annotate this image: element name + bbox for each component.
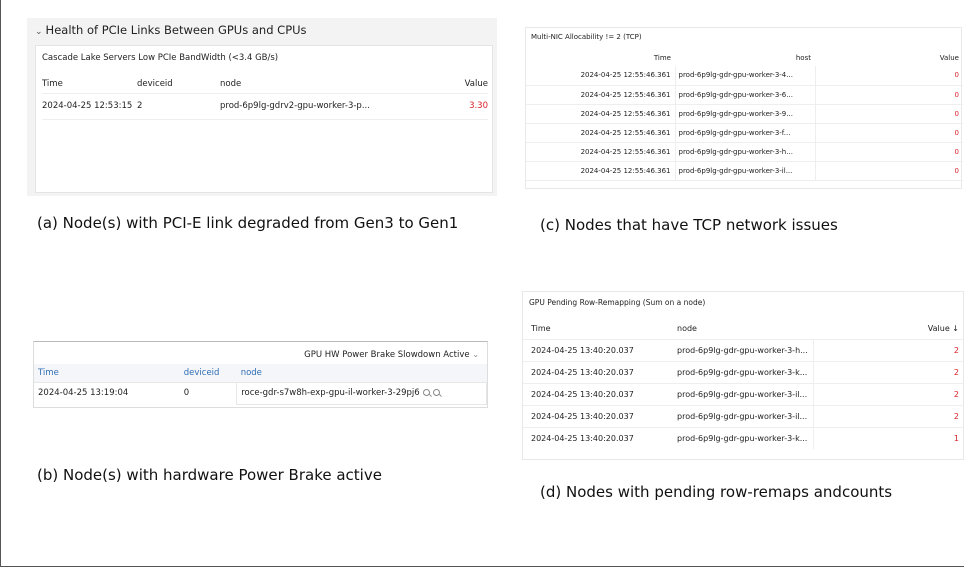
table-row[interactable]: 2024-04-25 12:55:46.361 prod-6p9lg-gdr-g… (526, 104, 963, 124)
cell-time: 2024-04-25 13:40:20.037 (523, 338, 671, 361)
cell-value: 0 (815, 104, 963, 124)
power-brake-panel: GPU HW Power Brake Slowdown Active ⌄ Tim… (33, 341, 488, 408)
column-header-time[interactable]: Time (34, 364, 180, 382)
section-header[interactable]: ⌄ Health of PCIe Links Between GPUs and C… (35, 23, 307, 37)
power-brake-table: Time deviceid node 2024-04-25 13:19:04 0… (34, 364, 487, 405)
cell-host: prod-6p9lg-gdr-gpu-worker-3-il... (674, 161, 816, 181)
column-header-value[interactable]: Value (815, 49, 963, 66)
row-remap-panel: GPU Pending Row-Remapping (Sum on a node… (522, 291, 964, 460)
sort-arrow-down-icon[interactable]: ↓ (952, 324, 959, 333)
cell-value: 2 (813, 404, 964, 427)
cell-value: 2 (813, 338, 964, 361)
panel-title: Cascade Lake Servers Low PCIe BandWidth … (42, 53, 279, 63)
table-row[interactable]: 2024-04-25 13:40:20.037 prod-6p9lg-gdr-g… (523, 382, 964, 405)
column-header-empty (437, 364, 487, 382)
column-header-value[interactable]: Value ↓ (813, 319, 964, 339)
cell-deviceid: 0 (179, 381, 237, 404)
column-header-value-label: Value (927, 324, 950, 334)
column-header-value[interactable]: Value (398, 75, 488, 93)
column-header-deviceid[interactable]: deviceid (180, 364, 237, 382)
table-row[interactable]: 2024-04-25 13:40:20.037 prod-6p9lg-gdr-g… (523, 426, 964, 449)
table-row[interactable]: 2024-04-25 13:40:20.037 prod-6p9lg-gdr-g… (523, 360, 964, 383)
zoom-out-icon[interactable] (432, 389, 440, 396)
table-header-row: Time deviceid node (34, 364, 487, 382)
table-header-row: Time node Value ↓ (523, 319, 964, 339)
cell-host: prod-6p9lg-gdr-gpu-worker-3-h... (674, 142, 816, 162)
cell-node: prod-6p9lg-gdr-gpu-worker-3-h... (671, 338, 814, 361)
cell-value: 3.30 (398, 92, 488, 120)
cell-time: 2024-04-25 13:40:20.037 (523, 426, 671, 449)
cell-time: 2024-04-25 12:53:15 (42, 92, 137, 120)
table-row[interactable]: 2024-04-25 12:53:15 2 prod-6p9lg-gdrv2-g… (42, 92, 488, 120)
pcie-table: Time deviceid node Value 2024-04-25 12:5… (42, 75, 488, 120)
cell-time: 2024-04-25 12:55:46.361 (526, 123, 675, 143)
table-row[interactable]: 2024-04-25 12:55:46.361 prod-6p9lg-gdr-g… (526, 66, 963, 86)
multi-nic-table: Time host Value 2024-04-25 12:55:46.361 … (526, 49, 963, 181)
column-header-time[interactable]: Time (526, 49, 675, 66)
caption-a: (a) Node(s) with PCI-E link degraded fro… (37, 214, 459, 232)
table-header-row: Time host Value (526, 49, 963, 66)
cell-node: prod-6p9lg-gdrv2-gpu-worker-3-p... (220, 92, 398, 120)
cell-node: prod-6p9lg-gdr-gpu-worker-3-k... (671, 360, 814, 383)
caption-d: (d) Nodes with pending row-remaps andcou… (540, 483, 893, 501)
pcie-health-section: ⌄ Health of PCIe Links Between GPUs and C… (27, 18, 497, 196)
table-row[interactable]: 2024-04-25 12:55:46.361 prod-6p9lg-gdr-g… (526, 123, 963, 143)
cell-value: 2 (813, 360, 964, 383)
cell-value: 0 (815, 85, 963, 105)
cell-time: 2024-04-25 13:40:20.037 (523, 382, 671, 405)
cell-time: 2024-04-25 12:55:46.361 (526, 142, 675, 162)
caption-b: (b) Node(s) with hardware Power Brake ac… (37, 466, 382, 484)
cell-time: 2024-04-25 12:55:46.361 (526, 161, 675, 181)
cell-value: 1 (813, 426, 964, 449)
cell-time: 2024-04-25 13:40:20.037 (523, 360, 671, 383)
panel-title: GPU Pending Row-Remapping (Sum on a node… (529, 298, 706, 307)
cell-value: 2 (813, 382, 964, 405)
chevron-down-icon[interactable]: ⌄ (35, 27, 43, 37)
zoom-in-icon[interactable] (422, 389, 430, 396)
panel-title-group[interactable]: GPU HW Power Brake Slowdown Active ⌄ (304, 350, 479, 360)
table-row[interactable]: 2024-04-25 13:40:20.037 prod-6p9lg-gdr-g… (523, 338, 964, 361)
chevron-down-icon[interactable]: ⌄ (472, 350, 479, 359)
cell-value: 0 (815, 66, 963, 86)
column-header-node[interactable]: node (671, 319, 813, 339)
cell-time: 2024-04-25 12:55:46.361 (526, 104, 675, 124)
cell-value: 0 (815, 123, 963, 143)
panel-title: Multi-NIC Allocability != 2 (TCP) (531, 33, 642, 41)
table-row[interactable]: 2024-04-25 13:40:20.037 prod-6p9lg-gdr-g… (523, 404, 964, 427)
section-title: Health of PCIe Links Between GPUs and CP… (45, 23, 307, 37)
column-header-node[interactable]: node (237, 364, 437, 382)
row-remap-table: Time node Value ↓ 2024-04-25 13:40:20.03… (523, 319, 964, 449)
column-header-time[interactable]: Time (523, 319, 671, 339)
cell-host: prod-6p9lg-gdr-gpu-worker-3-4... (674, 66, 816, 86)
cell-value: 0 (815, 142, 963, 162)
table-row[interactable]: 2024-04-25 12:55:46.361 prod-6p9lg-gdr-g… (526, 161, 963, 181)
cell-host: prod-6p9lg-gdr-gpu-worker-3-f... (674, 123, 816, 143)
cell-node[interactable]: roce-gdr-s7w8h-exp-gpu-il-worker-3-29pj6 (236, 381, 487, 405)
cell-time: 2024-04-25 13:19:04 (34, 381, 180, 404)
cell-deviceid: 2 (137, 92, 220, 120)
cell-host: prod-6p9lg-gdr-gpu-worker-3-9... (674, 104, 816, 124)
column-header-host[interactable]: host (675, 49, 815, 66)
cell-time: 2024-04-25 12:55:46.361 (526, 66, 675, 86)
table-header-row: Time deviceid node Value (42, 75, 488, 93)
table-row[interactable]: 2024-04-25 12:55:46.361 prod-6p9lg-gdr-g… (526, 85, 963, 105)
cell-node: prod-6p9lg-gdr-gpu-worker-3-il... (671, 382, 814, 405)
cell-host: prod-6p9lg-gdr-gpu-worker-3-6... (674, 85, 816, 105)
cell-time: 2024-04-25 12:55:46.361 (526, 85, 675, 105)
node-name: roce-gdr-s7w8h-exp-gpu-il-worker-3-29pj6 (241, 388, 420, 398)
column-header-time[interactable]: Time (42, 75, 137, 93)
table-row[interactable]: 2024-04-25 13:19:04 0 roce-gdr-s7w8h-exp… (34, 381, 487, 405)
cell-time: 2024-04-25 13:40:20.037 (523, 404, 671, 427)
caption-c: (c) Nodes that have TCP network issues (540, 216, 838, 234)
cell-node: prod-6p9lg-gdr-gpu-worker-3-il... (671, 404, 814, 427)
table-row[interactable]: 2024-04-25 12:55:46.361 prod-6p9lg-gdr-g… (526, 142, 963, 162)
pcie-bandwidth-panel: Cascade Lake Servers Low PCIe BandWidth … (35, 45, 493, 193)
cell-value: 0 (815, 161, 963, 181)
column-header-node[interactable]: node (220, 75, 398, 93)
panel-title: GPU HW Power Brake Slowdown Active (304, 350, 470, 360)
cell-node: prod-6p9lg-gdr-gpu-worker-3-k... (671, 426, 814, 449)
multi-nic-panel: Multi-NIC Allocability != 2 (TCP) Time h… (525, 27, 963, 189)
column-header-deviceid[interactable]: deviceid (137, 75, 220, 93)
